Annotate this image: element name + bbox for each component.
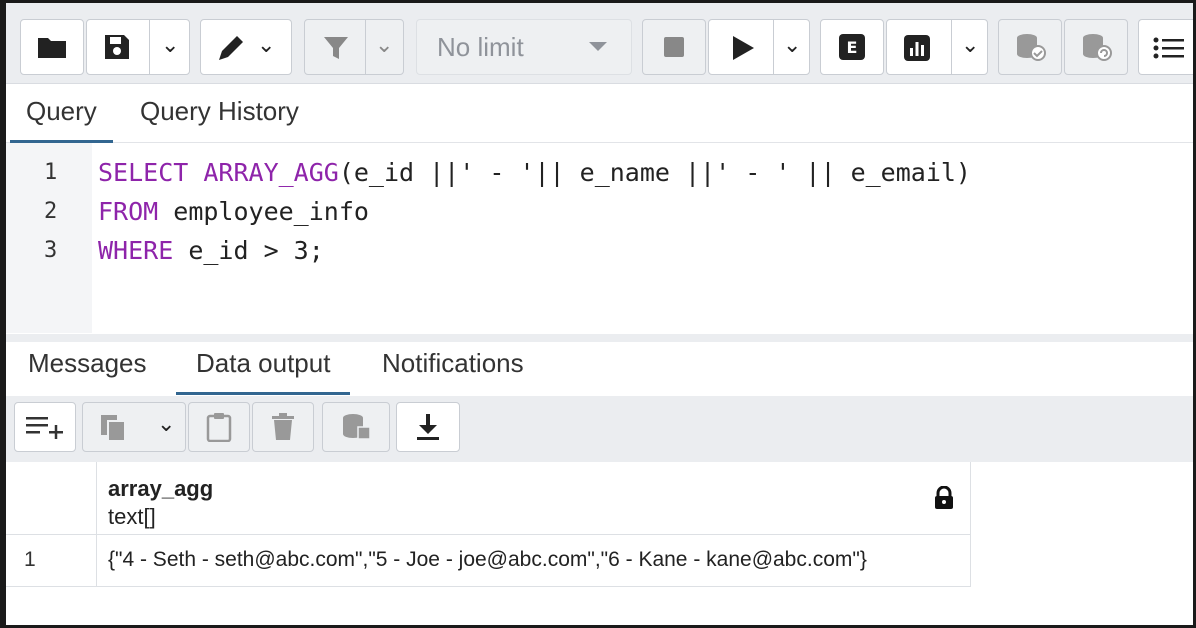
limit-select[interactable]: No limit <box>416 19 632 75</box>
tab-messages[interactable]: Messages <box>28 348 147 379</box>
add-row-icon <box>26 417 63 439</box>
save-data-icon <box>343 414 371 440</box>
column-name: array_agg <box>108 476 214 501</box>
save-icon <box>105 35 129 59</box>
add-row-button[interactable] <box>14 402 76 452</box>
chevron-down-icon[interactable]: ⌄ <box>375 32 393 58</box>
code-line: SELECT ARRAY_AGG(e_id ||' - '|| e_name |… <box>98 158 971 187</box>
svg-text:E: E <box>847 38 858 57</box>
execute-button[interactable]: ⌄ <box>708 19 810 75</box>
explain-analyze-icon <box>904 35 930 61</box>
tab-notifications[interactable]: Notifications <box>382 348 524 379</box>
data-grid: array_agg text[] 1 {"4 - Seth - seth@abc… <box>6 462 1193 625</box>
sql-keyword: FROM <box>98 197 159 226</box>
chevron-down-icon[interactable]: ⌄ <box>961 32 979 58</box>
explain-button[interactable]: E <box>820 19 884 75</box>
tab-query[interactable]: Query <box>10 96 113 143</box>
save-button[interactable]: ⌄ <box>86 19 190 75</box>
trash-icon <box>272 413 294 440</box>
explain-icon: E <box>839 34 865 60</box>
macros-button[interactable] <box>1138 19 1196 75</box>
limit-select-value: No limit <box>437 31 524 62</box>
tab-data-output[interactable]: Data output <box>175 348 351 395</box>
clipboard-icon <box>206 413 232 442</box>
pen-icon <box>219 36 243 60</box>
line-number: 3 <box>44 238 58 263</box>
code-line: FROM employee_info <box>98 197 369 226</box>
chevron-down-icon[interactable]: ⌄ <box>161 32 179 58</box>
lock-icon <box>935 486 953 509</box>
stop-icon <box>664 37 684 57</box>
rollback-button[interactable] <box>1064 19 1128 75</box>
line-number: 1 <box>44 160 58 185</box>
code-line: WHERE e_id > 3; <box>98 236 324 265</box>
query-toolbar: ⌄ ⌄ ⌄ No limit ⌄ E ⌄ <box>6 3 1196 84</box>
macros-icon <box>1153 37 1184 59</box>
tab-query-history[interactable]: Query History <box>140 96 299 127</box>
play-icon <box>733 36 754 60</box>
output-tabs: Messages Data output Notifications <box>6 342 1193 396</box>
chevron-down-icon[interactable]: ⌄ <box>783 32 801 58</box>
table-cell[interactable]: {"4 - Seth - seth@abc.com","5 - Joe - jo… <box>96 534 971 587</box>
line-number: 2 <box>44 199 58 224</box>
sql-text: employee_info <box>158 197 369 226</box>
cell-value: {"4 - Seth - seth@abc.com","5 - Joe - jo… <box>108 548 867 571</box>
row-number[interactable]: 1 <box>6 534 97 587</box>
folder-icon <box>38 38 66 58</box>
caret-down-icon <box>589 42 607 51</box>
copy-icon <box>101 415 126 442</box>
sql-text: (e_id ||' - '|| e_name ||' - ' || e_emai… <box>338 158 971 187</box>
stop-button[interactable] <box>642 19 706 75</box>
query-tabs: Query Query History <box>6 84 1193 143</box>
row-number-label: 1 <box>24 548 36 571</box>
open-file-button[interactable] <box>20 19 84 75</box>
chevron-down-icon[interactable]: ⌄ <box>157 411 175 437</box>
paste-button[interactable] <box>188 402 250 452</box>
copy-button[interactable]: ⌄ <box>82 402 186 452</box>
column-type: text[] <box>108 504 156 529</box>
rollback-icon <box>1083 34 1112 61</box>
commit-icon <box>1017 34 1046 61</box>
save-data-button[interactable] <box>322 402 390 452</box>
download-button[interactable] <box>396 402 460 452</box>
filter-icon <box>324 37 348 59</box>
commit-button[interactable] <box>998 19 1062 75</box>
chevron-down-icon: ⌄ <box>257 32 276 57</box>
explain-analyze-button[interactable]: ⌄ <box>886 19 988 75</box>
panel-splitter[interactable] <box>6 334 1193 342</box>
edit-button[interactable]: ⌄ <box>200 19 292 75</box>
download-icon <box>417 414 439 440</box>
sql-text: e_id > 3; <box>173 236 324 265</box>
sql-keyword: WHERE <box>98 236 174 265</box>
filter-button[interactable]: ⌄ <box>304 19 404 75</box>
row-number-header[interactable] <box>6 462 97 535</box>
data-output-toolbar: ⌄ <box>6 396 1193 462</box>
sql-keyword: SELECT ARRAY_AGG <box>98 158 339 187</box>
delete-button[interactable] <box>252 402 314 452</box>
sql-editor[interactable]: 1 2 3 SELECT ARRAY_AGG(e_id ||' - '|| e_… <box>6 143 1193 333</box>
column-header[interactable]: array_agg text[] <box>96 462 971 535</box>
